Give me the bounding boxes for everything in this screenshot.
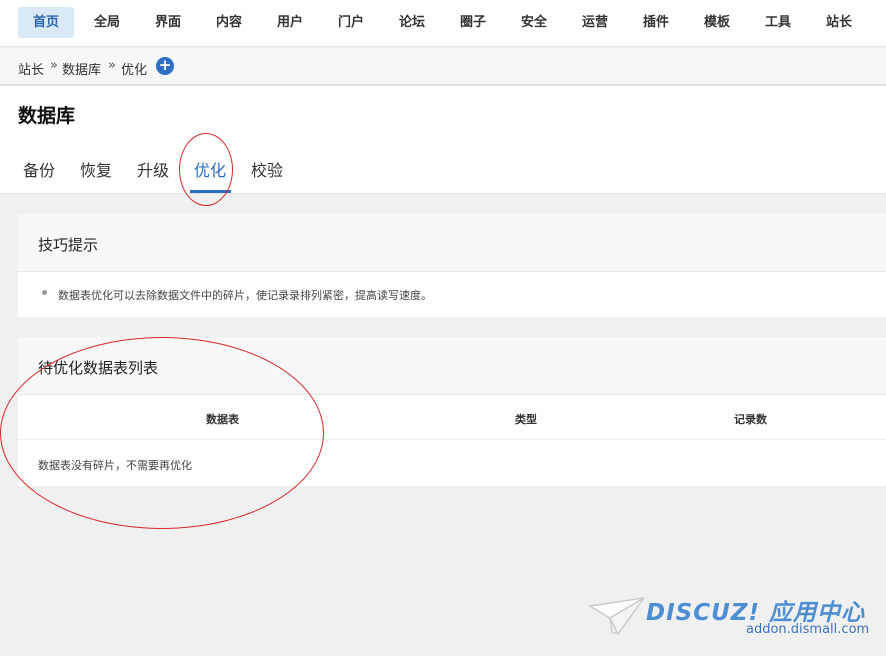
watermark-site: addon.dismall.com [746, 622, 870, 637]
tips-title: 技巧提示 [38, 236, 99, 254]
page-header [0, 86, 886, 194]
breadcrumb-separator: » [50, 58, 58, 73]
optimize-table-header: 待优化数据表列表 [18, 337, 886, 395]
breadcrumb-separator: » [108, 58, 116, 73]
nav-item-interface[interactable]: 界面 [145, 7, 191, 38]
nav-item-security[interactable]: 安全 [511, 7, 557, 38]
paper-plane-icon [588, 597, 645, 636]
breadcrumb-item-database[interactable]: 数据库 [62, 59, 101, 78]
watermark: DISCUZ! 应用中心 addon.dismall.com [588, 590, 878, 646]
optimize-table-title: 待优化数据表列表 [38, 359, 159, 377]
nav-item-home[interactable]: 首页 [18, 7, 74, 38]
table-divider [18, 439, 886, 440]
nav-item-circle[interactable]: 圈子 [450, 7, 496, 38]
tab-backup[interactable]: 备份 [23, 157, 55, 181]
breadcrumb-item-admin[interactable]: 站长 [18, 59, 44, 78]
optimize-table-card: 待优化数据表列表 数据表 类型 记录数 数据表没有碎片，不需要再优化 [18, 337, 886, 486]
empty-table-message: 数据表没有碎片，不需要再优化 [38, 459, 192, 472]
nav-item-global[interactable]: 全局 [84, 7, 130, 38]
column-header-type[interactable]: 类型 [515, 411, 537, 427]
tab-restore[interactable]: 恢复 [80, 157, 112, 181]
nav-item-forum[interactable]: 论坛 [389, 7, 435, 38]
nav-item-portal[interactable]: 门户 [328, 7, 374, 38]
breadcrumb-item-optimize: 优化 [121, 63, 148, 78]
nav-item-templates[interactable]: 模板 [694, 7, 740, 38]
tips-card-header: 技巧提示 [18, 214, 886, 272]
tip-text: 数据表优化可以去除数据文件中的碎片，使记录录排列紧密，提高读写速度。 [58, 289, 432, 302]
nav-item-plugins[interactable]: 插件 [633, 7, 679, 38]
nav-item-operations[interactable]: 运营 [572, 7, 618, 38]
page-title: 数据库 [18, 105, 76, 127]
nav-item-tools[interactable]: 工具 [755, 7, 801, 38]
nav-item-users[interactable]: 用户 [267, 7, 313, 38]
bullet-icon [42, 290, 47, 295]
tab-check[interactable]: 校验 [251, 157, 283, 181]
tab-optimize[interactable]: 优化 [194, 157, 226, 181]
active-tab-indicator [190, 190, 231, 193]
tab-upgrade[interactable]: 升级 [137, 157, 169, 181]
nav-item-admin[interactable]: 站长 [816, 7, 862, 38]
top-nav: 首页 全局 界面 内容 用户 门户 论坛 圈子 安全 运营 插件 模板 工具 站… [0, 0, 886, 47]
tips-card: 技巧提示 数据表优化可以去除数据文件中的碎片，使记录录排列紧密，提高读写速度。 [18, 214, 886, 317]
column-header-table[interactable]: 数据表 [206, 411, 239, 427]
plus-circle-icon[interactable]: + [156, 57, 174, 75]
column-header-records[interactable]: 记录数 [734, 411, 767, 427]
nav-item-content[interactable]: 内容 [206, 7, 252, 38]
